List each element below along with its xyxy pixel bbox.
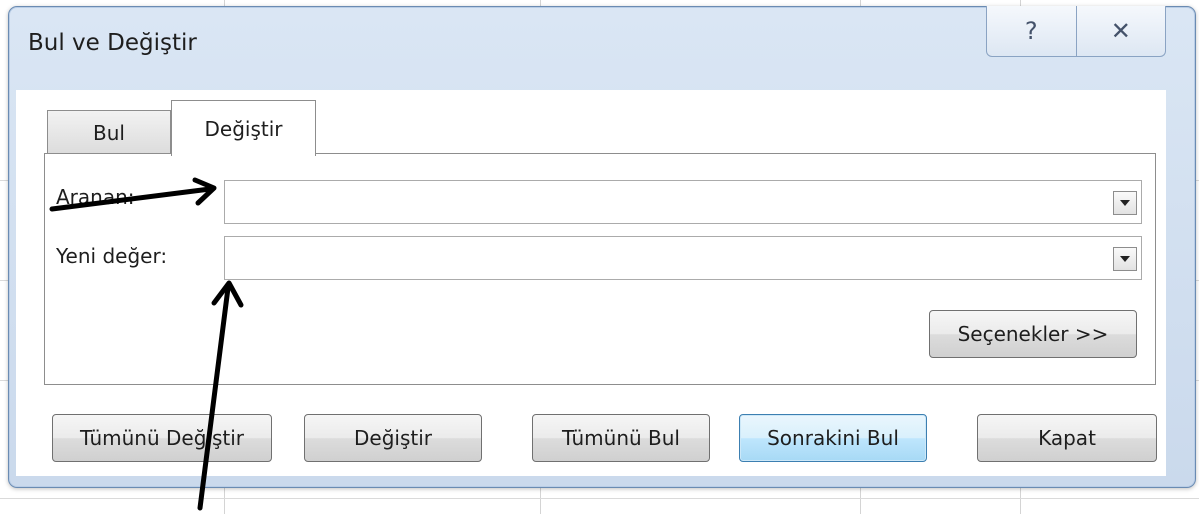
- arrow-to-replace-field: [197, 280, 244, 511]
- annotation-arrows: [49, 177, 244, 511]
- arrow-to-find-field: [49, 177, 217, 212]
